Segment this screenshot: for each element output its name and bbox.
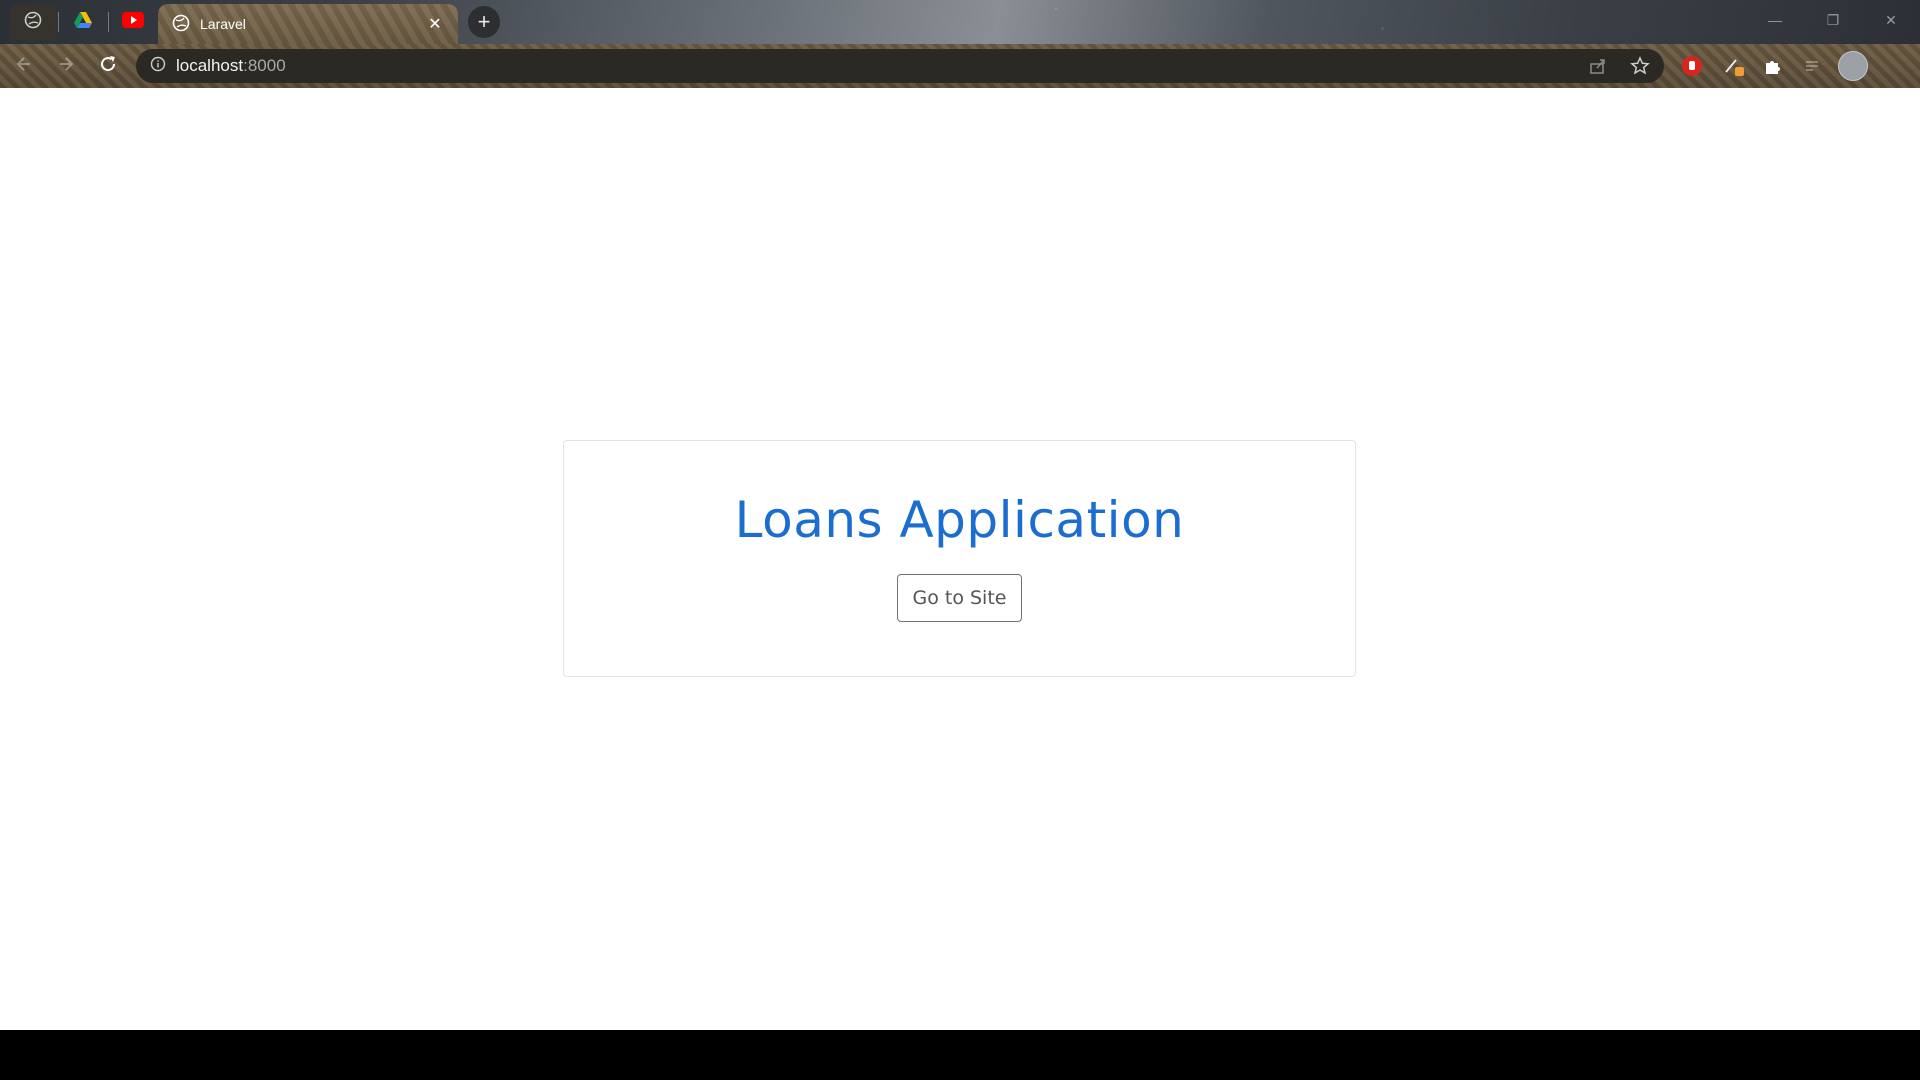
bottom-black-bar	[0, 1030, 1920, 1080]
profile-avatar[interactable]	[1838, 51, 1868, 81]
browser-toolbar: localhost:8000	[0, 44, 1920, 88]
tab-strip: Laravel ✕ + — ❐ ✕	[0, 0, 1920, 44]
bookmark-star-icon[interactable]	[1630, 56, 1650, 81]
reload-icon	[98, 54, 118, 79]
reload-button[interactable]	[94, 52, 122, 80]
address-bar[interactable]: localhost:8000	[136, 49, 1664, 83]
forward-button[interactable]	[52, 52, 80, 80]
youtube-icon	[122, 11, 144, 33]
page-viewport: Loans Application Go to Site	[0, 88, 1920, 1030]
page-title: Loans Application	[734, 491, 1185, 549]
share-icon[interactable]	[1588, 56, 1608, 81]
arrow-left-icon	[15, 55, 33, 78]
new-tab-button[interactable]: +	[468, 6, 500, 38]
globe-icon	[172, 14, 190, 35]
go-to-site-button[interactable]: Go to Site	[896, 574, 1023, 622]
google-drive-icon	[73, 11, 93, 34]
pinned-tab-google-drive[interactable]	[60, 4, 106, 40]
maximize-icon[interactable]: ❐	[1818, 8, 1848, 32]
close-window-icon[interactable]: ✕	[1876, 8, 1906, 32]
url-host: localhost	[176, 56, 244, 75]
info-icon[interactable]	[150, 56, 166, 77]
pinned-tab-globe[interactable]	[10, 4, 56, 40]
pinned-tab-youtube[interactable]	[110, 4, 156, 40]
tab-separator	[108, 12, 109, 32]
extension-red-hand-icon[interactable]	[1678, 52, 1706, 80]
arrow-right-icon	[57, 55, 75, 78]
minimize-icon[interactable]: —	[1760, 8, 1790, 32]
globe-icon	[24, 11, 42, 34]
tab-title: Laravel	[200, 16, 246, 32]
url-text: localhost:8000	[176, 56, 286, 76]
close-tab-icon[interactable]: ✕	[424, 13, 446, 35]
url-port: :8000	[243, 56, 286, 75]
back-button[interactable]	[10, 52, 38, 80]
extensions-puzzle-icon[interactable]	[1759, 52, 1787, 80]
extension-pen-icon[interactable]	[1720, 52, 1748, 80]
active-tab[interactable]: Laravel ✕	[158, 4, 458, 44]
media-control-icon[interactable]	[1798, 52, 1826, 80]
welcome-card: Loans Application Go to Site	[563, 440, 1356, 677]
tab-separator	[58, 12, 59, 32]
